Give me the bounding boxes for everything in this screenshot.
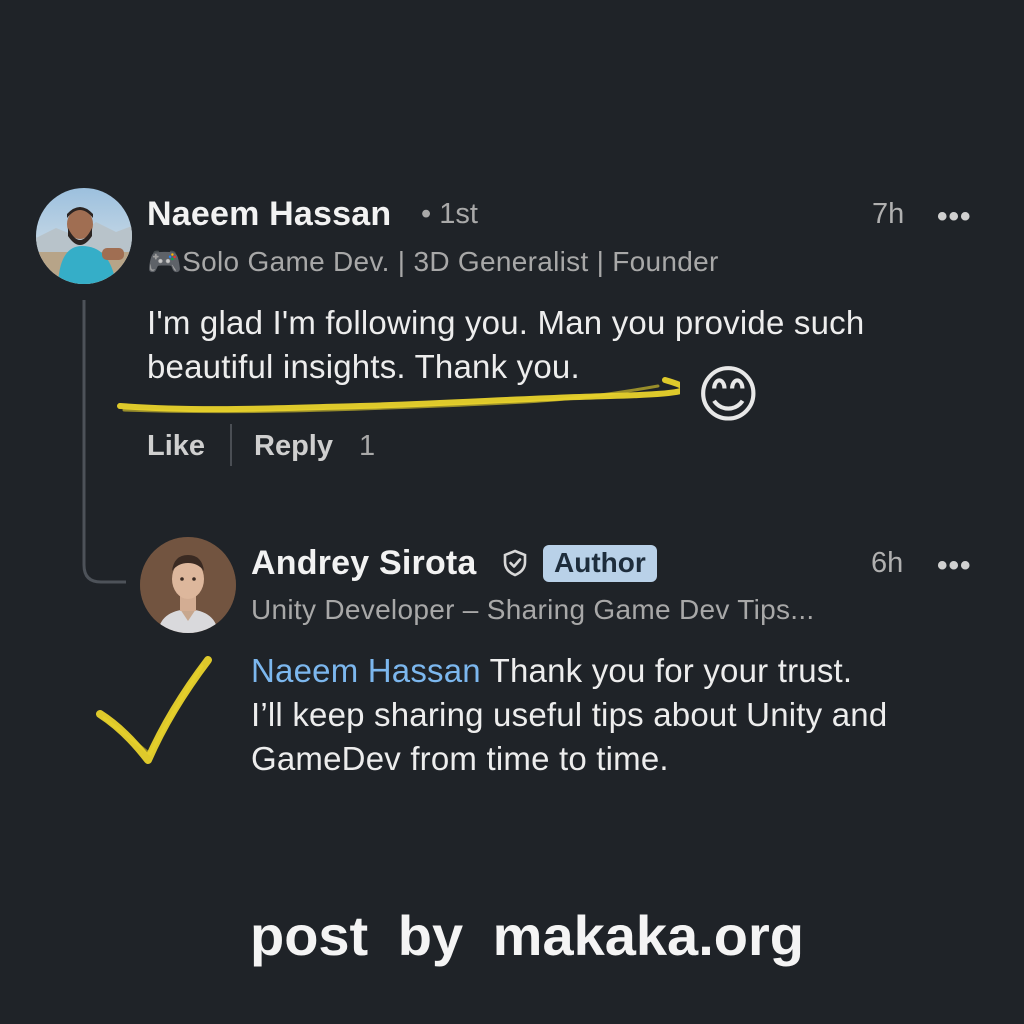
reply-text-line-1: Naeem Hassan Thank you for your trust. [251, 649, 887, 693]
mention-link[interactable]: Naeem Hassan [251, 652, 481, 689]
reply-text-line-3: GameDev from time to time. [251, 740, 669, 777]
reply-text-line-2: I’ll keep sharing useful tips about Unit… [251, 696, 888, 733]
verified-shield-icon [503, 549, 527, 577]
reply-author-name[interactable]: Andrey Sirota [251, 544, 477, 583]
reply-timestamp: 6h [871, 547, 904, 579]
avatar-naeem-hassan[interactable] [36, 188, 132, 284]
comment-more-options-icon[interactable]: ••• [937, 202, 972, 232]
smiling-face-emoji: 😊 [696, 361, 761, 430]
comment-author-name[interactable]: Naeem Hassan [147, 195, 391, 234]
reply-author-headline: Unity Developer – Sharing Game Dev Tips.… [251, 594, 815, 625]
comment-headline-text: Solo Game Dev. | 3D Generalist | Founder [182, 246, 719, 277]
degree-dot: • [421, 198, 432, 230]
comment-author-headline: 🎮Solo Game Dev. | 3D Generalist | Founde… [147, 245, 719, 278]
avatar-andrey-sirota[interactable] [140, 537, 236, 633]
action-divider [230, 424, 232, 466]
reply-text-line-1-rest: Thank you for your trust. [480, 652, 853, 689]
reply-count: 1 [359, 430, 376, 462]
highlight-underline-annotation [117, 377, 680, 414]
thread-connector-line [82, 300, 126, 584]
game-controller-icon: 🎮 [147, 246, 183, 277]
checkmark-annotation-icon [96, 656, 212, 764]
reply-more-options-icon[interactable]: ••• [937, 551, 972, 581]
author-badge: Author [543, 545, 657, 582]
comment-timestamp: 7h [872, 198, 905, 230]
connection-degree: • 1st [421, 198, 478, 231]
connection-degree-label: 1st [439, 198, 478, 230]
reply-text: Naeem Hassan Thank you for your trust. I… [251, 649, 887, 781]
footer-credit: post by makaka.org [250, 904, 804, 967]
like-button[interactable]: Like [147, 430, 205, 463]
comment-text-line-1: I'm glad I'm following you. Man you prov… [147, 304, 865, 341]
reply-button[interactable]: Reply [254, 430, 333, 463]
